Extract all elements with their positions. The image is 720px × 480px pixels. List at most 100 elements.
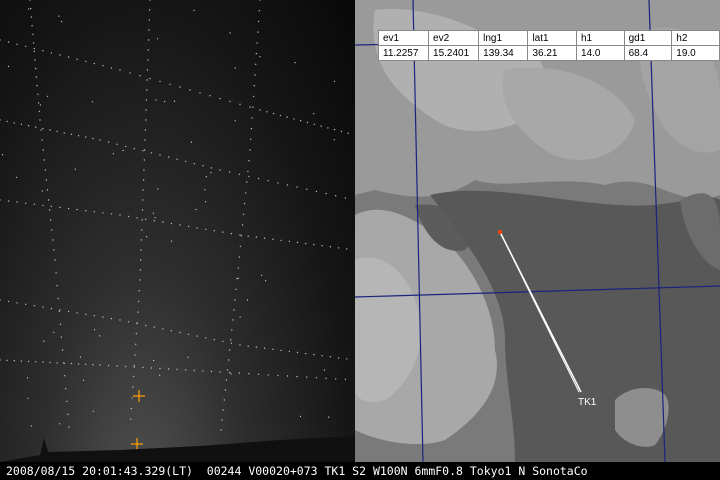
star-point — [229, 32, 231, 34]
grid-dot — [37, 102, 40, 104]
grid-dot — [205, 228, 207, 230]
grid-dot — [30, 7, 32, 10]
star-point — [261, 274, 263, 276]
grid-dot — [125, 145, 127, 148]
grid-dot — [209, 95, 211, 97]
grid-dot — [53, 249, 55, 251]
grid-dot — [246, 181, 248, 183]
grid-dot — [234, 299, 236, 301]
grid-dot — [248, 373, 250, 375]
grid-dot — [44, 169, 47, 171]
grid-dot — [267, 374, 269, 376]
grid-dot — [280, 349, 282, 352]
grid-dot — [296, 375, 298, 378]
grid-dot — [116, 365, 118, 367]
grid-dot — [189, 89, 191, 91]
grid-dot — [153, 326, 155, 328]
grid-dot — [228, 349, 231, 351]
star-point — [239, 316, 241, 318]
grid-dot — [134, 354, 136, 356]
grid-dot — [145, 109, 147, 111]
grid-dot — [20, 123, 23, 126]
grid-dot — [58, 310, 60, 313]
grid-dot — [32, 42, 35, 44]
grid-dot — [92, 137, 94, 140]
header-ev2: ev2 — [428, 30, 480, 46]
grid-dot — [139, 269, 142, 271]
grid-dot — [257, 20, 260, 23]
grid-dot — [67, 56, 70, 58]
grid-dot — [300, 120, 302, 122]
grid-dot — [142, 179, 145, 181]
grid-dot — [219, 169, 221, 171]
star-point — [74, 168, 76, 170]
grid-dot — [247, 170, 249, 173]
grid-dot — [325, 192, 327, 195]
star-point — [171, 240, 173, 242]
grid-dot — [110, 317, 113, 320]
grid-dot — [29, 0, 31, 1]
grid-dot — [272, 238, 274, 240]
grid-dot — [162, 221, 164, 223]
star-point — [294, 62, 296, 64]
grid-dot — [33, 47, 35, 50]
star-point — [152, 212, 154, 214]
constellation-grid-dots — [0, 0, 349, 431]
star-point — [41, 190, 43, 192]
grid-dot — [259, 0, 261, 1]
grid-dot — [7, 300, 10, 303]
grid-dot — [133, 147, 135, 150]
grid-dot — [130, 407, 133, 410]
grid-dot — [193, 369, 195, 372]
grid-dot — [36, 85, 38, 87]
grid-dot — [59, 206, 61, 209]
grid-dot — [277, 182, 279, 184]
grid-dot — [272, 112, 275, 115]
grid-dot — [0, 119, 1, 121]
grid-dot — [42, 50, 44, 52]
value-lat1: 36.21 — [527, 45, 577, 61]
grid-dot — [50, 205, 53, 208]
grid-dot — [34, 59, 36, 61]
trajectory-map — [355, 0, 720, 462]
grid-dot — [42, 306, 44, 308]
star-point — [92, 410, 94, 412]
grid-dot — [0, 299, 1, 301]
meteor-marker-upper — [133, 390, 145, 402]
grid-dot — [220, 429, 222, 431]
star-point — [58, 15, 60, 17]
grid-dot — [247, 235, 249, 237]
grid-dot — [145, 218, 147, 220]
grid-dot — [150, 367, 153, 369]
grid-dot — [226, 369, 229, 371]
star-point — [112, 153, 114, 155]
star-point — [173, 100, 176, 102]
grid-dot — [148, 19, 150, 21]
header-gd1: gd1 — [623, 30, 673, 46]
grid-dot — [27, 125, 30, 127]
star-point — [61, 20, 63, 23]
grid-dot — [140, 259, 142, 261]
grid-dot — [243, 202, 246, 205]
grid-dot — [147, 59, 149, 61]
grid-dot — [254, 74, 256, 76]
star-point — [153, 359, 155, 362]
grid-dot — [27, 360, 30, 363]
grid-dot — [143, 159, 145, 161]
star-point — [28, 8, 30, 10]
grid-dot — [35, 126, 37, 128]
grid-dot — [213, 338, 215, 341]
grid-dot — [125, 365, 127, 368]
grid-dot — [329, 246, 332, 248]
grid-dot — [224, 389, 227, 391]
grid-dot — [272, 348, 274, 350]
grid-dot — [253, 85, 255, 87]
grid-dot — [179, 331, 181, 334]
star-point — [205, 176, 207, 178]
grid-dot — [6, 359, 8, 362]
grid-dot — [49, 129, 51, 131]
star-point — [190, 141, 193, 143]
grid-dot — [138, 290, 140, 292]
grid-dot — [99, 139, 101, 141]
star-point — [99, 335, 101, 337]
